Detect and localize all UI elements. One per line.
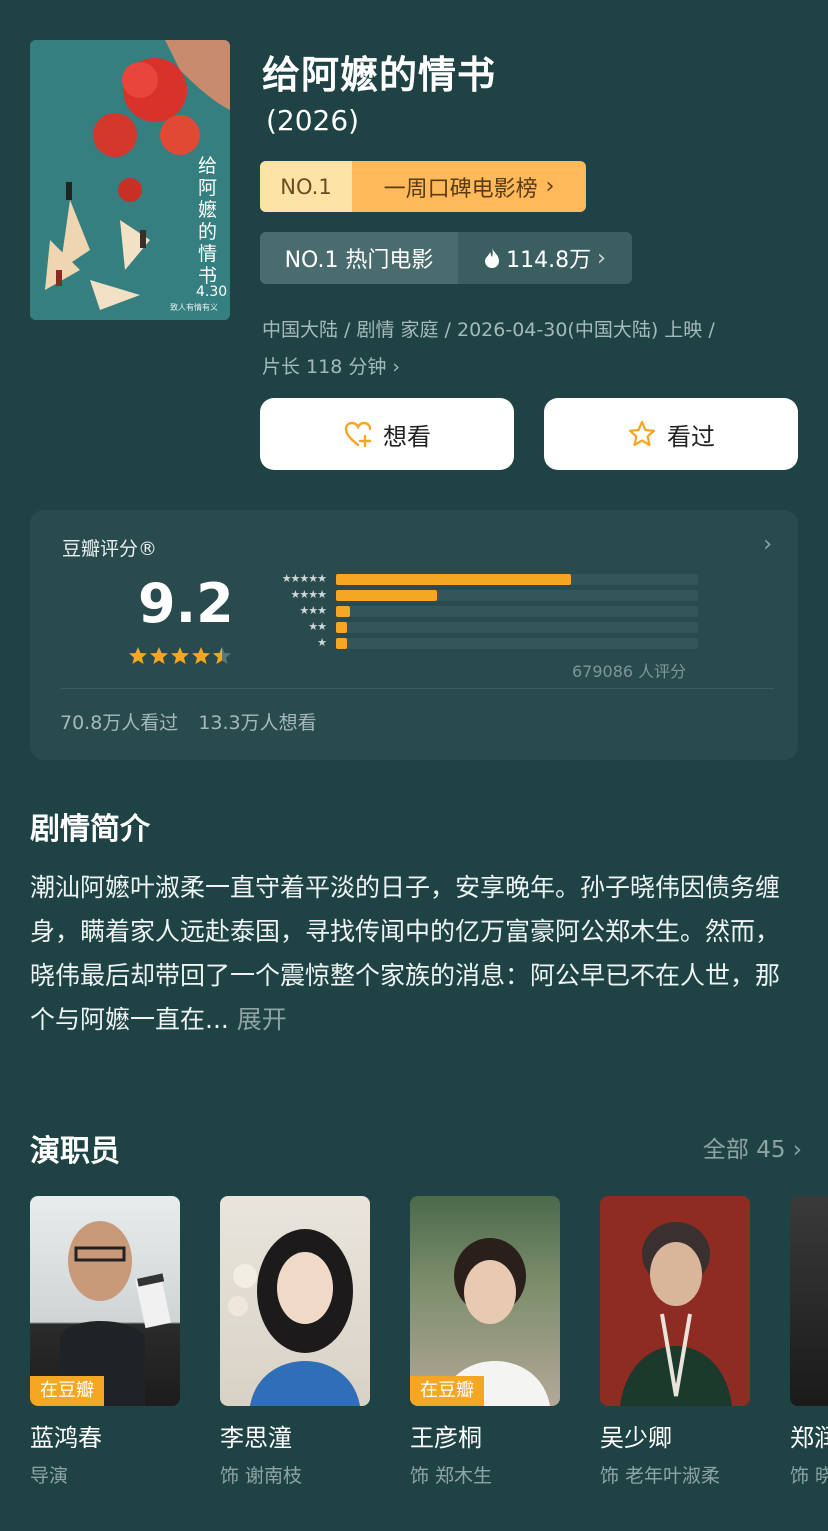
meta-line-1: 中国大陆 / 剧情 家庭 / 2026-04-30(中国大陆) 上映 / <box>262 319 715 341</box>
hot-rank-label: NO.1 热门电影 <box>260 232 458 284</box>
movie-title: 给阿嬷的情书 <box>262 53 497 97</box>
cast-card[interactable]: 郑润 饰 晓 <box>790 1196 828 1488</box>
rating-stats: 70.8万人看过 13.3万人想看 <box>60 708 317 735</box>
movie-poster[interactable]: 给阿嬷的情书 4.30 致人有情有义 <box>30 40 230 320</box>
poster-date: 4.30 <box>196 284 228 300</box>
distribution-stars: ★ <box>317 636 327 649</box>
want-label: 想看 <box>383 422 431 451</box>
poster-tagline: 致人有情有义 <box>170 303 218 312</box>
cast-view-all[interactable]: 全部 45 › <box>703 1130 802 1164</box>
distribution-stars: ★★ <box>308 620 327 633</box>
on-douban-badge: 在豆瓣 <box>410 1376 484 1406</box>
distribution-bar-fill <box>336 590 438 601</box>
expand-link[interactable]: 展开 <box>237 1005 287 1034</box>
divider <box>60 688 774 689</box>
hot-count: 114.8万 <box>506 248 592 273</box>
distribution-bar-track <box>336 574 698 585</box>
hot-movie-badge[interactable]: NO.1 热门电影 114.8万 › <box>260 232 632 284</box>
want-count: 13.3万人想看 <box>198 712 317 734</box>
cast-name: 吴少卿 <box>600 1424 672 1452</box>
rank-list-name: 一周口碑电影榜 <box>383 176 538 202</box>
distribution-bar-track <box>336 638 698 649</box>
heart-plus-icon <box>344 421 372 448</box>
movie-meta[interactable]: 中国大陆 / 剧情 家庭 / 2026-04-30(中国大陆) 上映 / 片长 … <box>262 312 802 386</box>
poster-vertical-title: 给阿嬷的情书 <box>198 155 218 287</box>
cast-card[interactable]: 李思潼 饰 谢南枝 <box>220 1196 370 1488</box>
cast-card[interactable]: 在豆瓣 王彦桐 饰 郑木生 <box>410 1196 560 1488</box>
rating-count: 679086 人评分 <box>572 662 687 681</box>
cast-role: 导演 <box>30 1465 69 1487</box>
weekly-rank-badge[interactable]: NO.1 一周口碑电影榜 › <box>260 161 586 212</box>
rating-stars <box>128 646 236 670</box>
distribution-row: ★★★ <box>256 604 698 618</box>
have-watched-button[interactable]: 看过 <box>544 398 798 470</box>
distribution-stars: ★★★★ <box>290 588 327 601</box>
rating-label: 豆瓣评分® <box>62 538 158 560</box>
synopsis-body: 潮汕阿嬷叶淑柔一直守着平淡的日子，安享晚年。孙子晓伟因债务缠身，瞒着家人远赴泰国… <box>30 873 781 1034</box>
cast-role: 饰 晓 <box>790 1465 828 1487</box>
distribution-stars: ★★★ <box>299 604 327 617</box>
synopsis-title: 剧情简介 <box>30 812 150 847</box>
cast-card[interactable]: 吴少卿 饰 老年叶淑柔 <box>600 1196 750 1488</box>
synopsis-text[interactable]: 潮汕阿嬷叶淑柔一直守着平淡的日子，安享晚年。孙子晓伟因债务缠身，瞒着家人远赴泰国… <box>30 866 790 1042</box>
watched-count: 70.8万人看过 <box>60 712 179 734</box>
cast-role: 饰 老年叶淑柔 <box>600 1465 721 1487</box>
flame-icon <box>485 248 500 268</box>
cast-role: 饰 谢南枝 <box>220 1465 303 1487</box>
distribution-bar-track <box>336 606 698 617</box>
cast-card[interactable]: 在豆瓣 蓝鸿春 导演 <box>30 1196 180 1488</box>
seen-label: 看过 <box>667 422 715 451</box>
rating-card[interactable]: 豆瓣评分® › 9.2 ★★★★★ ★★★★ ★★★ ★★ ★ 679086 人评分 7… <box>30 510 798 760</box>
cast-title: 演职员 <box>30 1134 120 1169</box>
rank-number: NO.1 <box>260 161 352 212</box>
distribution-bar-track <box>336 622 698 633</box>
meta-line-2: 片长 118 分钟 › <box>262 356 401 378</box>
cast-role: 饰 郑木生 <box>410 1465 493 1487</box>
cast-photo <box>790 1196 828 1406</box>
cast-name: 郑润 <box>790 1424 828 1452</box>
distribution-row: ★★ <box>256 620 698 634</box>
cast-name: 蓝鸿春 <box>30 1424 102 1452</box>
cast-photo: 在豆瓣 <box>410 1196 560 1406</box>
distribution-bar-fill <box>336 574 572 585</box>
cast-photo: 在豆瓣 <box>30 1196 180 1406</box>
distribution-bar-track <box>336 590 698 601</box>
cast-name: 李思潼 <box>220 1424 292 1452</box>
distribution-bar-fill <box>336 622 347 633</box>
chevron-right-icon: › <box>597 245 606 271</box>
chevron-right-icon: › <box>792 1137 802 1163</box>
distribution-row: ★★★★★ <box>256 572 698 586</box>
on-douban-badge: 在豆瓣 <box>30 1376 104 1406</box>
cast-photo <box>600 1196 750 1406</box>
rating-score: 9.2 <box>138 572 234 635</box>
distribution-row: ★ <box>256 636 698 650</box>
cast-photo <box>220 1196 370 1406</box>
distribution-stars: ★★★★★ <box>281 572 327 585</box>
chevron-right-icon: › <box>545 174 555 199</box>
star-outline-icon <box>628 420 656 447</box>
cast-name: 王彦桐 <box>410 1424 482 1452</box>
movie-year: (2026) <box>266 104 360 137</box>
distribution-row: ★★★★ <box>256 588 698 602</box>
chevron-right-icon[interactable]: › <box>763 532 772 557</box>
distribution-bar-fill <box>336 606 351 617</box>
distribution-bar-fill <box>336 638 347 649</box>
chevron-right-icon: › <box>392 356 401 378</box>
want-to-watch-button[interactable]: 想看 <box>260 398 514 470</box>
